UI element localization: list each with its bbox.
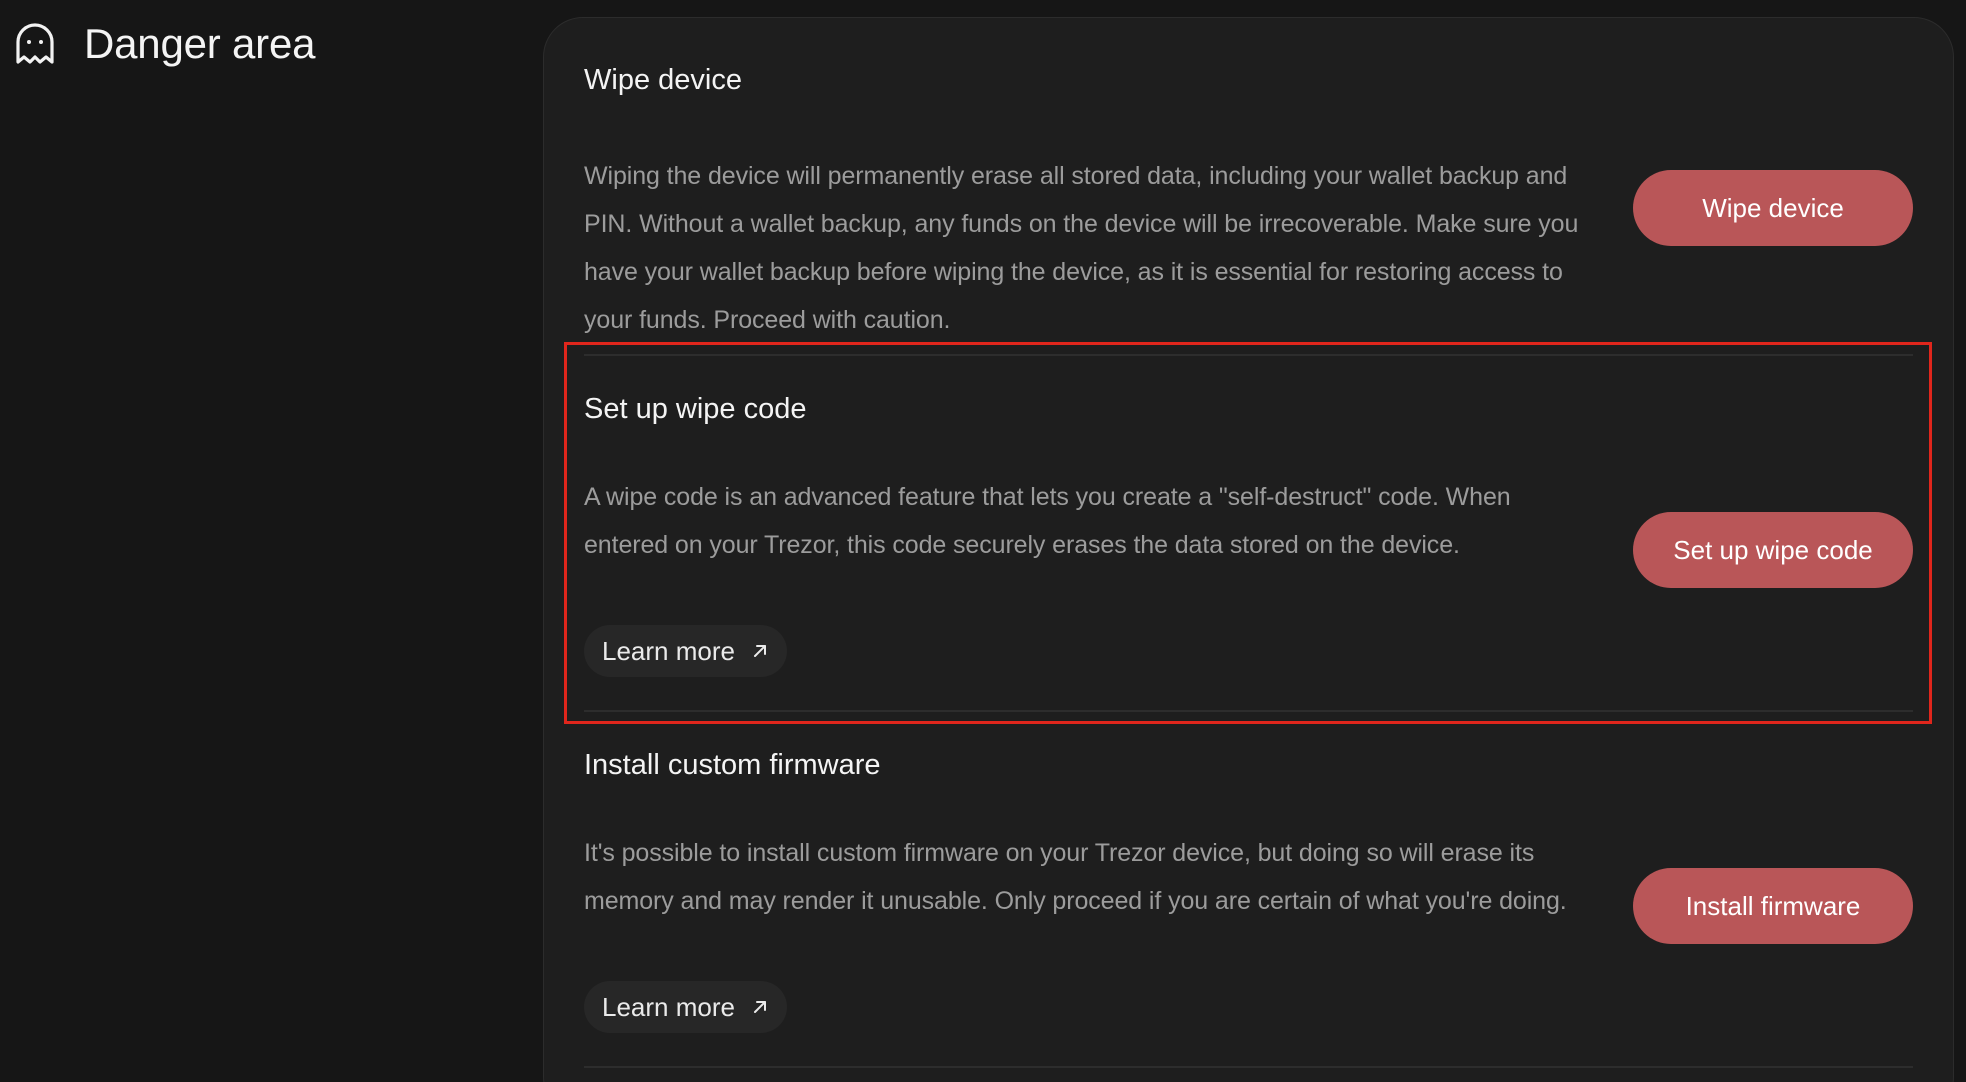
wipe-device-section: Wipe device Wiping the device will perma… — [584, 63, 1913, 334]
custom-firmware-learn-more-link[interactable]: Learn more — [584, 981, 787, 1033]
wipe-device-button[interactable]: Wipe device — [1633, 170, 1913, 246]
learn-more-label: Learn more — [602, 635, 735, 666]
custom-firmware-description: It's possible to install custom firmware… — [584, 839, 1567, 915]
section-header: Danger area — [14, 22, 315, 66]
learn-more-label: Learn more — [602, 991, 735, 1022]
wipe-device-title: Wipe device — [584, 64, 742, 96]
wipe-code-description: A wipe code is an advanced feature that … — [584, 483, 1511, 559]
external-link-arrow-icon — [753, 1001, 766, 1013]
wipe-code-learn-more-link[interactable]: Learn more — [584, 625, 787, 677]
danger-area-card: Wipe device Wiping the device will perma… — [543, 17, 1954, 1082]
wipe-code-title: Set up wipe code — [584, 393, 807, 425]
wipe-device-description: Wiping the device will permanently erase… — [584, 162, 1579, 334]
custom-firmware-section: Install custom firmware It's possible to… — [584, 748, 1913, 1068]
wipe-code-section: Set up wipe code A wipe code is an advan… — [584, 392, 1913, 692]
page: Danger area Wipe device Wiping the devic… — [0, 0, 1966, 1082]
install-firmware-button[interactable]: Install firmware — [1633, 868, 1913, 944]
divider — [584, 354, 1913, 356]
custom-firmware-title: Install custom firmware — [584, 749, 881, 781]
set-up-wipe-code-button[interactable]: Set up wipe code — [1633, 512, 1913, 588]
external-link-arrow-icon — [753, 645, 766, 657]
ghost-icon — [16, 23, 54, 64]
page-title: Danger area — [84, 20, 316, 67]
divider — [584, 1066, 1913, 1068]
divider — [584, 710, 1913, 712]
